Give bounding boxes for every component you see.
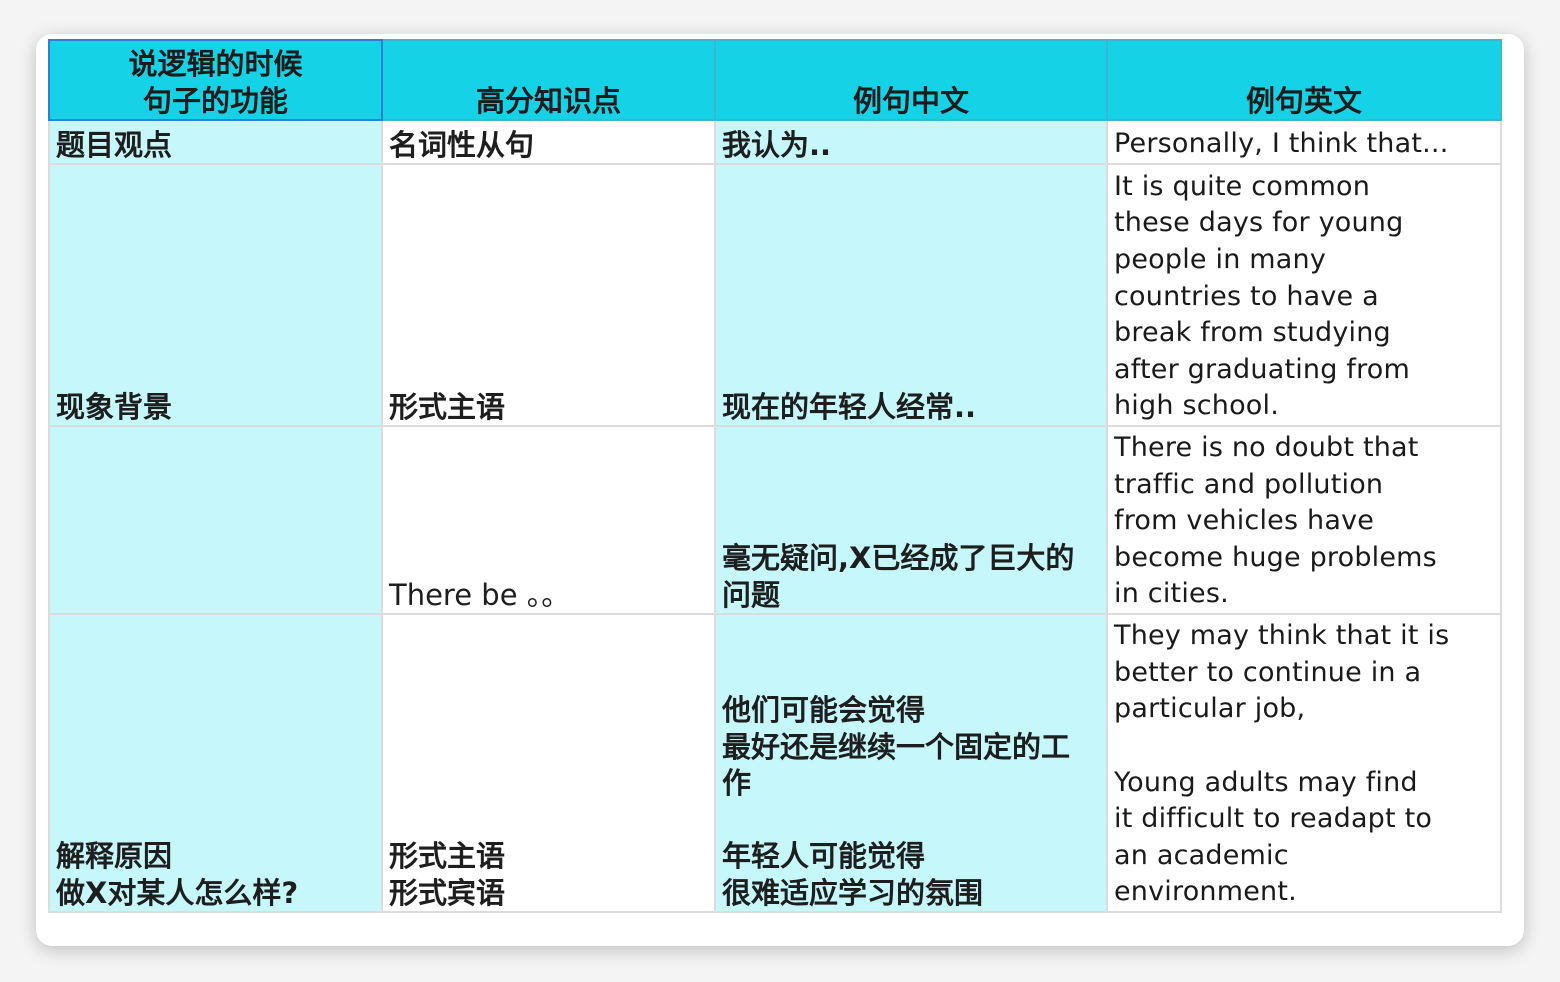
- cell-english[interactable]: There is no doubt that traffic and pollu…: [1106, 425, 1502, 615]
- header-sentence-function[interactable]: 说逻辑的时候 句子的功能: [48, 39, 383, 121]
- cell-function[interactable]: 解释原因 做X对某人怎么样?: [48, 613, 383, 913]
- cell-chinese[interactable]: 我认为..: [714, 119, 1108, 165]
- cell-key-point[interactable]: 形式主语: [381, 163, 716, 427]
- cell-function[interactable]: 题目观点: [48, 119, 383, 165]
- header-example-english[interactable]: 例句英文: [1106, 39, 1502, 121]
- table-row: There be 。。 毫无疑问,X已经成了巨大的 问题 There is no…: [48, 425, 1502, 615]
- cell-key-point[interactable]: There be 。。: [381, 425, 716, 615]
- screenshot-card: 说逻辑的时候 句子的功能 高分知识点 例句中文 例句英文 题目观点 名词性从句 …: [36, 34, 1524, 946]
- cell-chinese[interactable]: 毫无疑问,X已经成了巨大的 问题: [714, 425, 1108, 615]
- header-row: 说逻辑的时候 句子的功能 高分知识点 例句中文 例句英文: [48, 39, 1502, 121]
- table-row: 解释原因 做X对某人怎么样? 形式主语 形式宾语 他们可能会觉得 最好还是继续一…: [48, 613, 1502, 913]
- header-key-point[interactable]: 高分知识点: [381, 39, 716, 121]
- logic-sentence-table: 说逻辑的时候 句子的功能 高分知识点 例句中文 例句英文 题目观点 名词性从句 …: [48, 39, 1502, 913]
- cell-chinese[interactable]: 他们可能会觉得 最好还是继续一个固定的工 作 年轻人可能觉得 很难适应学习的氛围: [714, 613, 1108, 913]
- table-row: 现象背景 形式主语 现在的年轻人经常.. It is quite common …: [48, 163, 1502, 427]
- header-example-chinese[interactable]: 例句中文: [714, 39, 1108, 121]
- cell-key-point[interactable]: 名词性从句: [381, 119, 716, 165]
- cell-function[interactable]: [48, 425, 383, 615]
- cell-english[interactable]: They may think that it is better to cont…: [1106, 613, 1502, 913]
- cell-key-point[interactable]: 形式主语 形式宾语: [381, 613, 716, 913]
- table-row: 题目观点 名词性从句 我认为.. Personally, I think tha…: [48, 119, 1502, 165]
- cell-english[interactable]: Personally, I think that...: [1106, 119, 1502, 165]
- cell-english[interactable]: It is quite common these days for young …: [1106, 163, 1502, 427]
- cell-chinese[interactable]: 现在的年轻人经常..: [714, 163, 1108, 427]
- cell-function[interactable]: 现象背景: [48, 163, 383, 427]
